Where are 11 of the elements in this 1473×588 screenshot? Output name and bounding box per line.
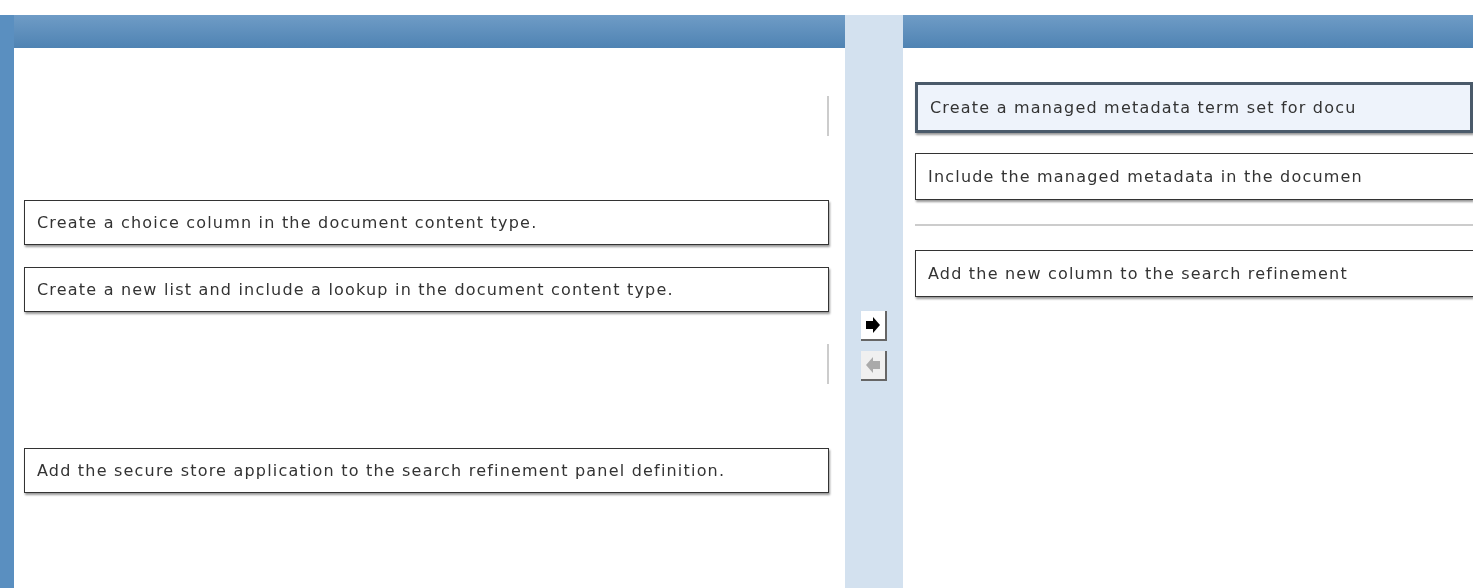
empty-slot-line [827,96,829,136]
answer-choice[interactable]: Create a choice column in the document content type. [24,200,829,245]
answer-choice[interactable]: Add the secure store application to the search refinement panel definition. [24,448,829,493]
right-arrow-icon [865,316,881,334]
left-arrow-icon [865,356,881,374]
answer-item[interactable]: Create a managed metadata term set for docu [915,82,1473,133]
answer-item[interactable]: Include the managed metadata in the documen [915,153,1473,200]
answer-choice[interactable]: Create a new list and include a lookup in the document content type. [24,267,829,312]
move-right-button[interactable] [861,311,887,341]
empty-slot-line [827,344,829,384]
answer-item[interactable]: Add the new column to the search refinement [915,250,1473,297]
